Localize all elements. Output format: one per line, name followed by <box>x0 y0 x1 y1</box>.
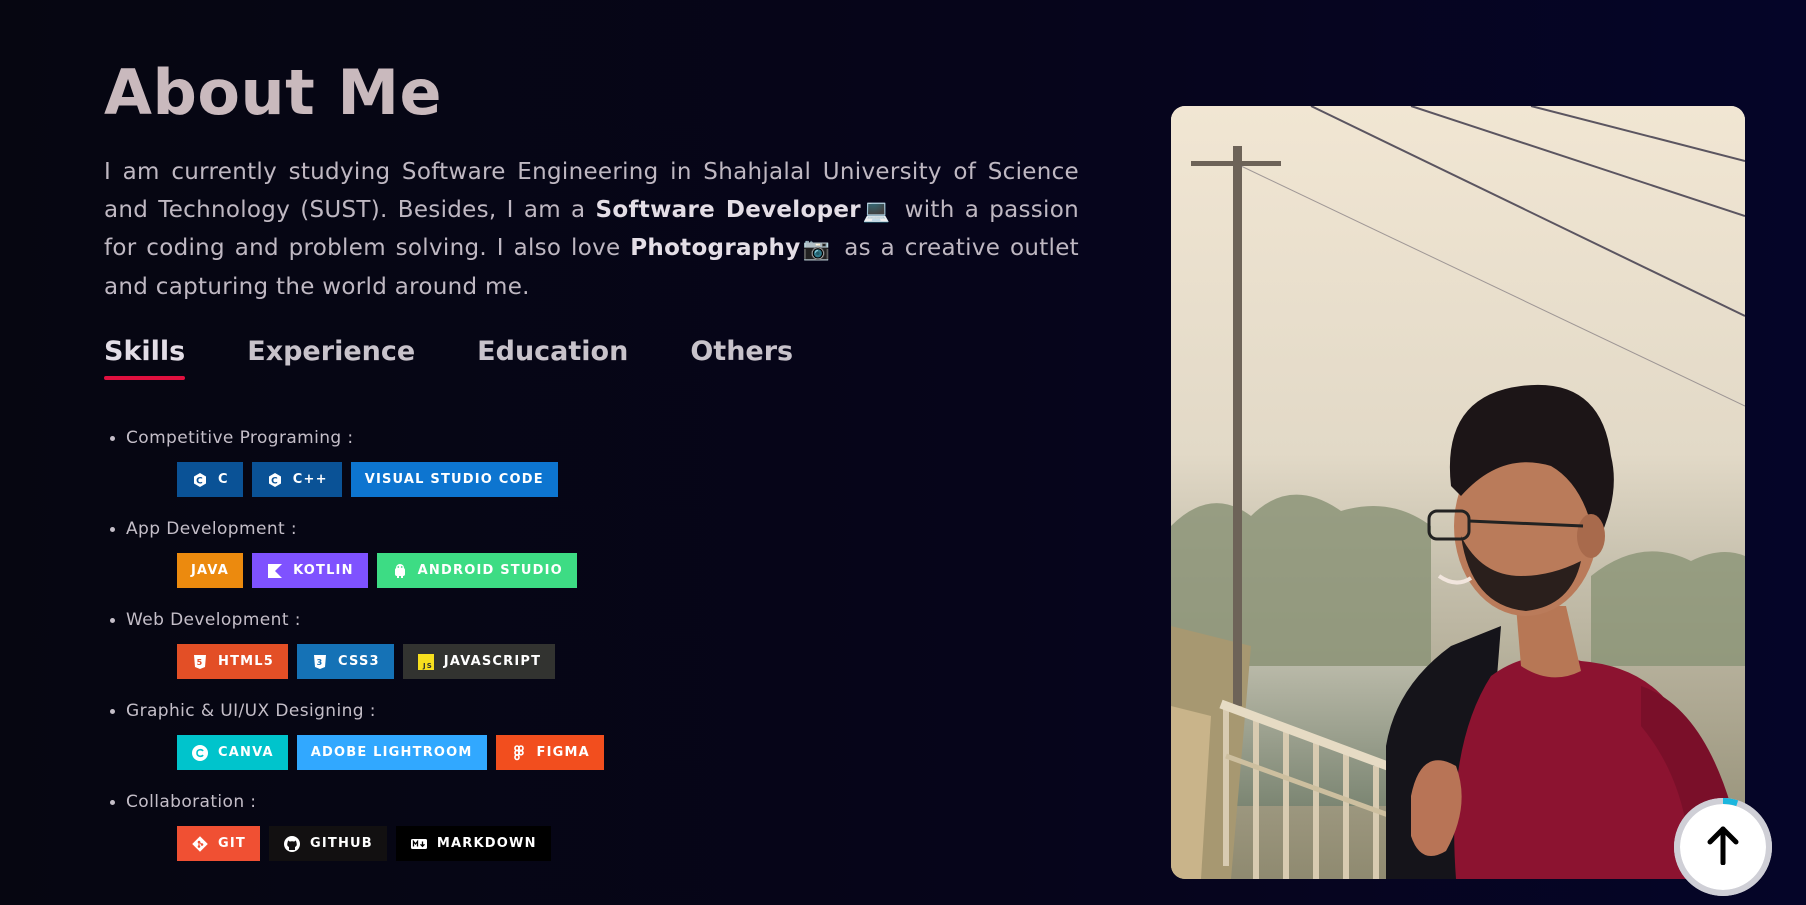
svg-text:5: 5 <box>197 658 204 667</box>
badge-css3[interactable]: 3 CSS3 <box>297 644 394 679</box>
skill-group-app-development: App Development : JAVA KOTLIN ANDROID ST… <box>110 519 604 588</box>
skill-group-title: Collaboration : <box>126 792 257 812</box>
tab-others[interactable]: Others <box>690 336 793 377</box>
svg-text:JS: JS <box>422 662 433 670</box>
badge-android-studio[interactable]: ANDROID STUDIO <box>376 553 577 588</box>
laptop-icon: 💻 <box>862 198 891 224</box>
badge-label: C <box>218 472 229 487</box>
badge-label: GIT <box>218 836 246 851</box>
badge-figma[interactable]: FIGMA <box>495 735 604 770</box>
html5-icon: 5 <box>191 653 209 671</box>
badge-github[interactable]: GITHUB <box>268 826 387 861</box>
tab-education[interactable]: Education <box>477 336 628 377</box>
canva-icon <box>191 744 209 762</box>
badge-label: JAVASCRIPT <box>443 654 542 669</box>
about-tabs: Skills Experience Education Others <box>104 336 855 380</box>
css3-icon: 3 <box>311 653 329 671</box>
badge-c[interactable]: C C <box>177 462 243 497</box>
git-icon <box>191 835 209 853</box>
javascript-icon: JS <box>417 653 435 671</box>
svg-text:C: C <box>271 476 279 486</box>
badge-label: C++ <box>292 472 328 487</box>
badge-canva[interactable]: CANVA <box>177 735 288 770</box>
bullet-icon <box>110 435 115 441</box>
skill-group-title: Graphic & UI/UX Designing : <box>126 701 376 721</box>
badge-label: ANDROID STUDIO <box>417 563 563 578</box>
skills-list: Competitive Programing : C C C C++ VISUA… <box>110 428 604 883</box>
skill-group-title: Competitive Programing : <box>126 428 354 448</box>
badge-label: MARKDOWN <box>436 836 537 851</box>
badge-kotlin[interactable]: KOTLIN <box>252 553 368 588</box>
kotlin-icon <box>266 562 284 580</box>
bullet-icon <box>110 526 115 532</box>
profile-photo-illustration <box>1171 106 1745 879</box>
markdown-icon <box>410 835 428 853</box>
badge-java[interactable]: JAVA <box>177 553 244 588</box>
badge-label: CANVA <box>218 745 274 760</box>
badge-label: FIGMA <box>536 745 590 760</box>
page-title: About Me <box>104 56 443 129</box>
badge-git[interactable]: GIT <box>177 826 260 861</box>
tab-skills[interactable]: Skills <box>104 336 186 380</box>
skill-group-collaboration: Collaboration : GIT GITHUB MARKDOWN <box>110 792 604 861</box>
cplusplus-icon: C <box>266 471 284 489</box>
android-icon <box>391 562 409 580</box>
skill-group-graphic-uiux: Graphic & UI/UX Designing : CANVA ADOBE … <box>110 701 604 770</box>
badge-label: KOTLIN <box>293 563 354 578</box>
badge-visual-studio-code[interactable]: VISUAL STUDIO CODE <box>350 462 558 497</box>
tab-experience[interactable]: Experience <box>247 336 415 377</box>
profile-photo <box>1171 106 1745 879</box>
bullet-icon <box>110 708 115 714</box>
intro-paragraph: I am currently studying Software Enginee… <box>104 154 1079 306</box>
badge-label: GITHUB <box>309 836 373 851</box>
c-icon: C <box>191 471 209 489</box>
badge-adobe-lightroom[interactable]: ADOBE LIGHTROOM <box>296 735 487 770</box>
badge-cplusplus[interactable]: C C++ <box>251 462 342 497</box>
intro-highlight-developer: Software Developer <box>595 196 861 223</box>
scroll-progress-ring <box>1674 798 1772 896</box>
svg-text:3: 3 <box>317 658 324 667</box>
intro-highlight-photography: Photography <box>630 235 801 261</box>
badge-label: CSS3 <box>338 654 380 669</box>
badge-label: ADOBE LIGHTROOM <box>310 745 473 760</box>
svg-text:C: C <box>196 476 204 486</box>
badge-html5[interactable]: 5 HTML5 <box>177 644 289 679</box>
skill-group-title: App Development : <box>126 519 297 539</box>
badge-label: VISUAL STUDIO CODE <box>364 472 544 487</box>
github-icon <box>283 835 301 853</box>
camera-icon: 📷 <box>802 237 831 262</box>
figma-icon <box>510 744 528 762</box>
badge-markdown[interactable]: MARKDOWN <box>395 826 551 861</box>
badge-javascript[interactable]: JS JAVASCRIPT <box>402 644 556 679</box>
scroll-to-top-button[interactable] <box>1674 798 1772 896</box>
bullet-icon <box>110 617 115 623</box>
badge-label: JAVA <box>191 563 230 578</box>
skill-group-competitive-programming: Competitive Programing : C C C C++ VISUA… <box>110 428 604 497</box>
badge-label: HTML5 <box>218 654 275 669</box>
bullet-icon <box>110 799 115 805</box>
skill-group-title: Web Development : <box>126 610 301 630</box>
skill-group-web-development: Web Development : 5 HTML5 3 CSS3 JS JAVA… <box>110 610 604 679</box>
